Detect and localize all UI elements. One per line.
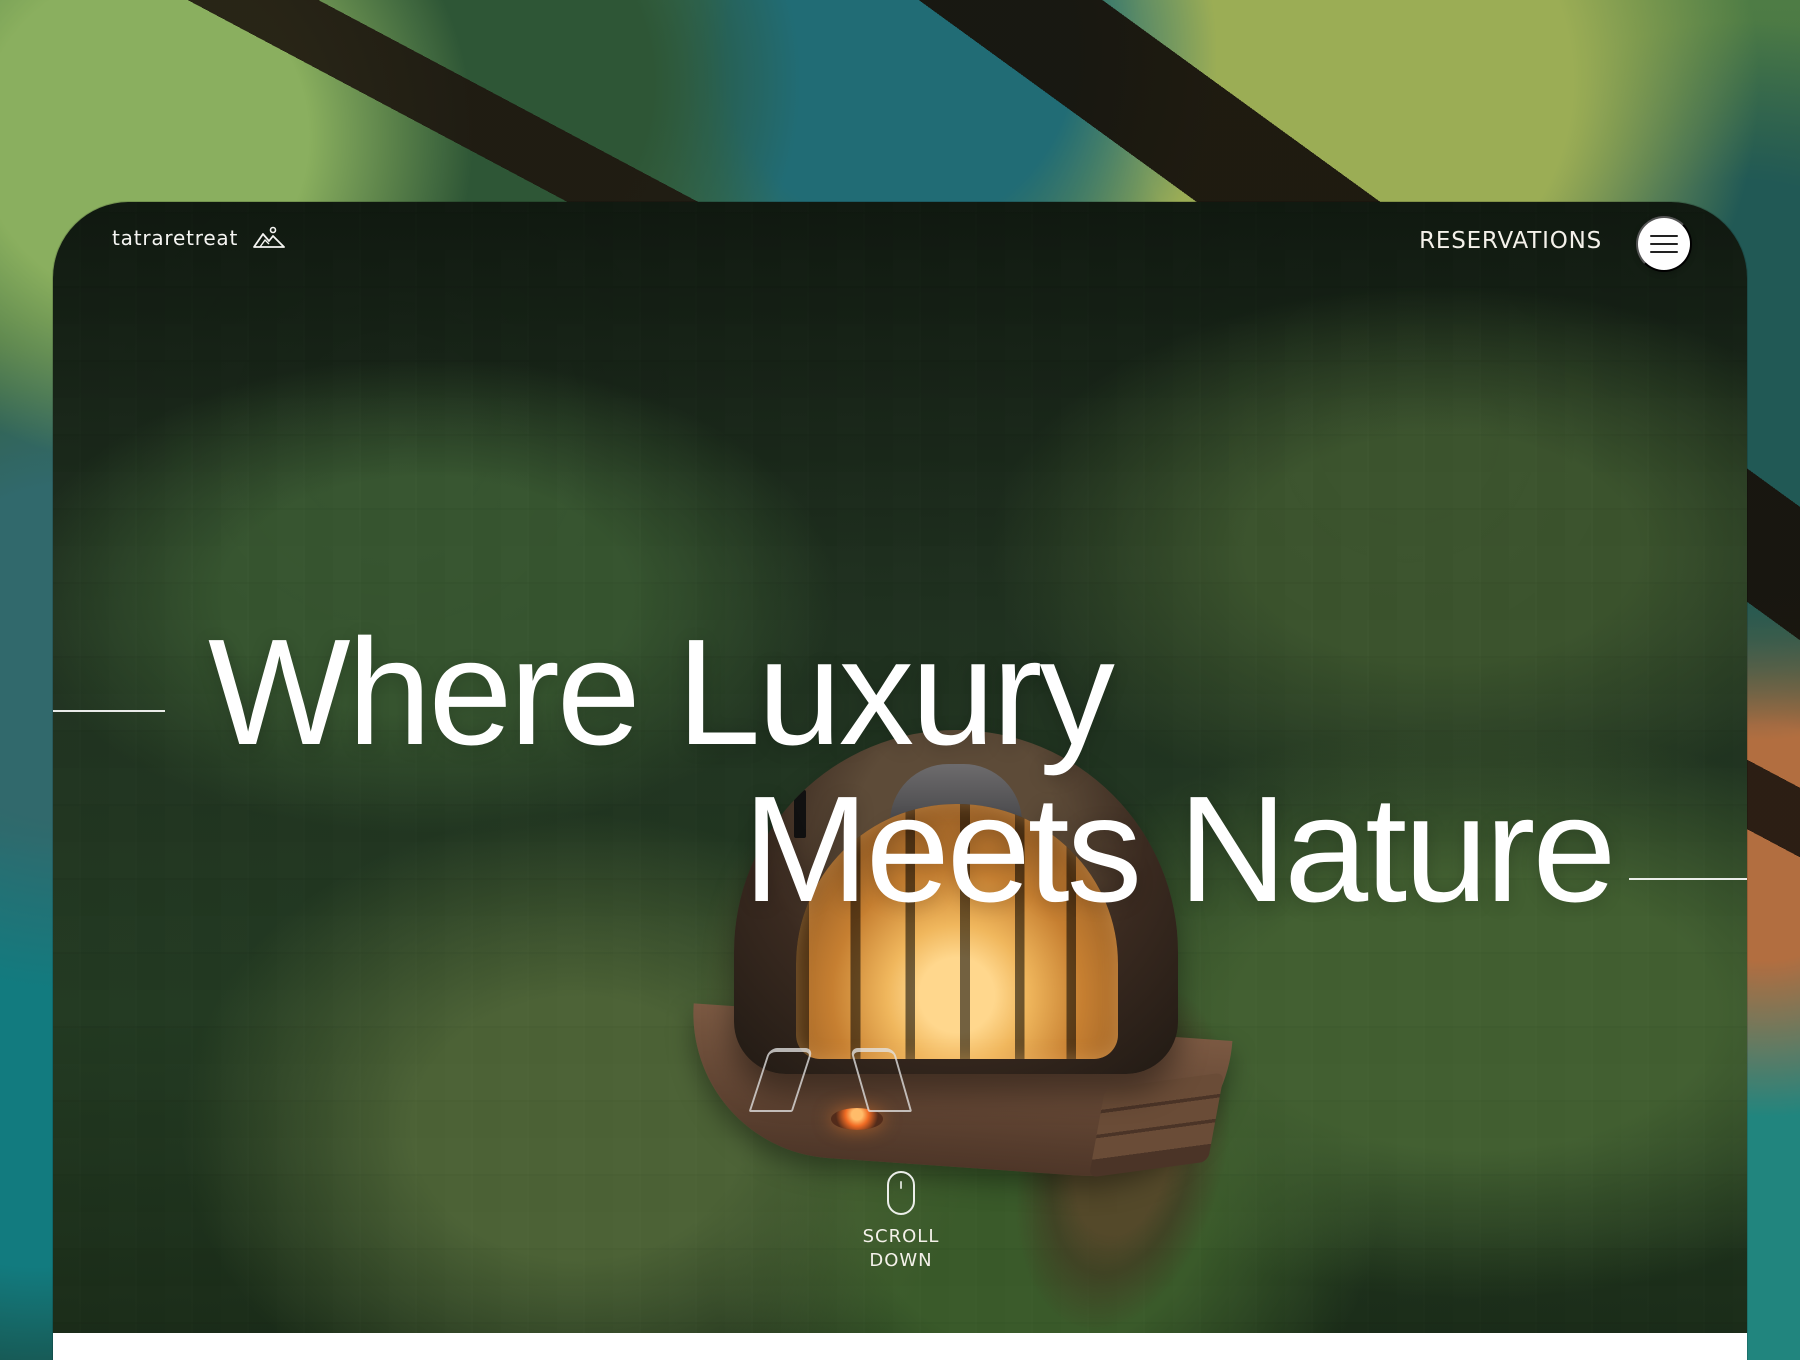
site-header: tatraretreat RESERVATIONS: [53, 202, 1747, 304]
mountain-icon: [253, 226, 286, 248]
menu-line: [1650, 243, 1678, 245]
hero-title-line-2: Meets Nature: [743, 764, 1616, 933]
brand-name[interactable]: tatraretreat: [112, 226, 238, 250]
scroll-down-line-1: SCROLL: [862, 1226, 940, 1247]
hero-card: tatraretreat RESERVATIONS Where Luxury M…: [53, 202, 1747, 1360]
menu-line: [1650, 235, 1678, 237]
scroll-down-button[interactable]: SCROLL DOWN: [856, 1171, 946, 1273]
menu-button[interactable]: [1636, 216, 1692, 272]
scroll-down-line-2: DOWN: [869, 1250, 933, 1271]
brand-logo[interactable]: tatraretreat: [112, 226, 286, 250]
mouse-icon: [887, 1171, 915, 1215]
menu-line: [1650, 251, 1678, 253]
hero-title-line-1: Where Luxury: [208, 607, 1115, 776]
menu-icon: [1650, 235, 1678, 253]
reservations-link[interactable]: RESERVATIONS: [1419, 228, 1602, 254]
bottom-strip: [53, 1333, 1747, 1360]
